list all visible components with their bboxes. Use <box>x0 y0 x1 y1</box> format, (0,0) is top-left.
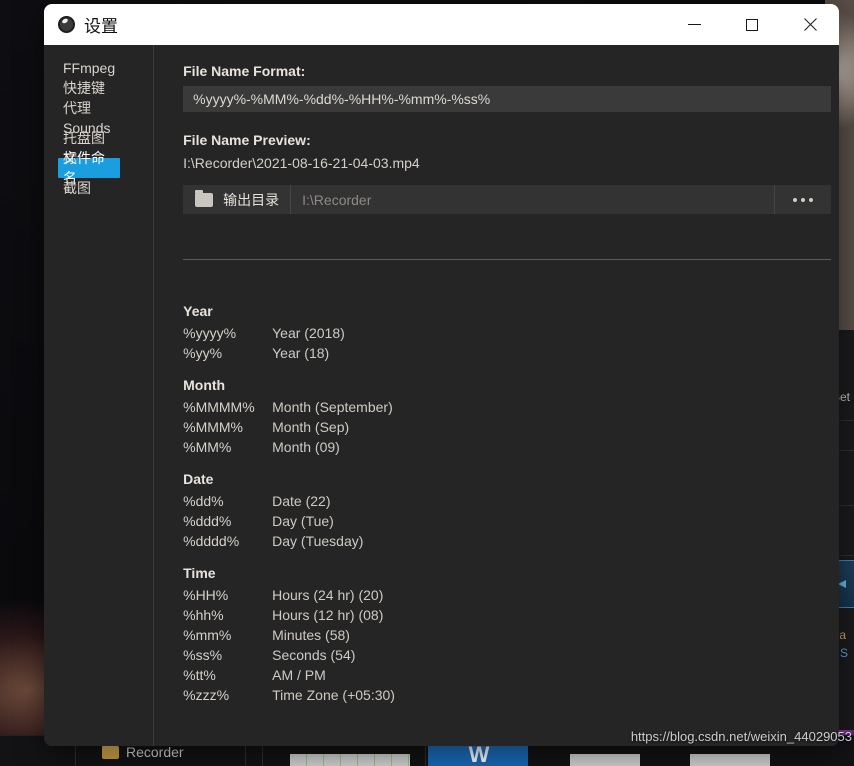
reference-token: %ddd% <box>183 513 232 529</box>
ellipsis-icon <box>801 197 806 202</box>
reference-row: %dddd% Day (Tuesday) <box>183 531 831 551</box>
taskbar-thumbnail-blank-2[interactable] <box>690 754 770 766</box>
sidebar-item-ffmpeg[interactable]: FFmpeg <box>58 58 120 78</box>
minimize-button[interactable] <box>665 4 723 45</box>
reference-description: Day (Tuesday) <box>272 533 364 549</box>
reference-token: %dddd% <box>183 533 240 549</box>
reference-group-title: Date <box>183 471 214 487</box>
reference-row: %HH% Hours (24 hr) (20) <box>183 585 831 605</box>
taskbar-thumbnail-document[interactable] <box>290 754 410 766</box>
window-controls <box>665 4 839 45</box>
browse-directory-button[interactable] <box>774 185 831 214</box>
watermark-url: https://blog.csdn.net/weixin_44029053 <box>630 729 852 744</box>
reference-description: Month (09) <box>272 439 340 455</box>
reference-token: %ss% <box>183 647 223 663</box>
reference-token: %dd% <box>183 493 224 509</box>
dialog-body: FFmpeg 快捷键 代理 Sounds 托盘图标 文件命名 截图 File N… <box>44 45 839 746</box>
reference-group-year: Year %yyyy% Year (2018) %yy% Year (18) <box>183 303 831 363</box>
folder-icon <box>195 189 214 207</box>
reference-group-title: Time <box>183 565 216 581</box>
output-directory-row[interactable]: 输出目录 I:\Recorder <box>183 185 832 214</box>
reference-description: Year (2018) <box>272 325 345 341</box>
reference-token: %mm% <box>183 627 232 643</box>
minimize-icon <box>687 24 701 25</box>
reference-description: Month (September) <box>272 399 393 415</box>
settings-sidebar: FFmpeg 快捷键 代理 Sounds 托盘图标 文件命名 截图 <box>44 45 128 746</box>
reference-token: %HH% <box>183 587 229 603</box>
file-name-preview-label: File Name Preview: <box>183 132 311 148</box>
sidebar-item-file-naming[interactable]: 文件命名 <box>58 151 121 187</box>
title-bar[interactable]: 设置 <box>44 4 839 45</box>
output-directory-label: 输出目录 <box>223 192 280 209</box>
reference-description: Time Zone (+05:30) <box>272 687 395 703</box>
reference-description: Year (18) <box>272 345 330 361</box>
taskbar-thumbnail-blank[interactable] <box>570 754 640 766</box>
record-circle-icon <box>58 16 75 33</box>
reference-description: Hours (12 hr) (08) <box>272 607 384 623</box>
reference-token: %tt% <box>183 667 216 683</box>
reference-row: %zzz% Time Zone (+05:30) <box>183 685 831 705</box>
reference-token: %MMMM% <box>183 399 255 415</box>
reference-description: Minutes (58) <box>272 627 350 643</box>
reference-row: %ddd% Day (Tue) <box>183 511 831 531</box>
file-name-preview-value: I:\Recorder\2021-08-16-21-04-03.mp4 <box>183 155 420 171</box>
reference-token: %hh% <box>183 607 224 623</box>
reference-row: %ss% Seconds (54) <box>183 645 831 665</box>
reference-row: %dd% Date (22) <box>183 491 831 511</box>
reference-row: %MMM% Month (Sep) <box>183 417 831 437</box>
folder-icon <box>102 742 119 759</box>
reference-row: %yyyy% Year (2018) <box>183 323 831 343</box>
taskbar-folder-item[interactable]: Recorder <box>102 742 184 760</box>
maximize-button[interactable] <box>723 4 781 45</box>
reference-token: %zzz% <box>183 687 230 703</box>
format-reference-list: Year %yyyy% Year (2018) %yy% Year (18) M… <box>183 303 831 705</box>
sidebar-separator <box>153 45 154 746</box>
reference-description: Hours (24 hr) (20) <box>272 587 384 603</box>
reference-token: %yy% <box>183 345 223 361</box>
reference-group-time: Time %HH% Hours (24 hr) (20) %hh% Hours … <box>183 565 831 705</box>
screen: Set pla S Recorder https://blog.csdn.net… <box>0 0 854 766</box>
sidebar-item-proxy[interactable]: 代理 <box>58 98 120 118</box>
reference-token: %MMM% <box>183 419 244 435</box>
reference-row: %MM% Month (09) <box>183 437 831 457</box>
taskbar-folder-label: Recorder <box>126 744 184 760</box>
reference-description: Day (Tue) <box>272 513 334 529</box>
reference-group-month: Month %MMMM% Month (September) %MMM% Mon… <box>183 377 831 457</box>
maximize-icon <box>746 18 758 31</box>
reference-token: %yyyy% <box>183 325 237 341</box>
settings-main-panel: File Name Format: %yyyy%-%MM%-%dd%-%HH%-… <box>127 45 839 746</box>
reference-description: AM / PM <box>272 667 326 683</box>
output-directory-value[interactable]: I:\Recorder <box>302 192 774 208</box>
divider <box>290 185 292 214</box>
reference-row: %tt% AM / PM <box>183 665 831 685</box>
section-divider <box>183 259 832 260</box>
ellipsis-icon <box>793 197 798 202</box>
reference-description: Date (22) <box>272 493 331 509</box>
ellipsis-icon <box>809 197 814 202</box>
settings-dialog: 设置 FFmpeg 快捷键 代理 Sounds 托盘图标 文件命 <box>44 4 839 746</box>
reference-row: %mm% Minutes (58) <box>183 625 831 645</box>
reference-row: %yy% Year (18) <box>183 343 831 363</box>
reference-group-title: Year <box>183 303 213 319</box>
reference-group-date: Date %dd% Date (22) %ddd% Day (Tue) %ddd… <box>183 471 831 551</box>
file-name-format-label: File Name Format: <box>183 63 306 79</box>
close-icon <box>803 17 818 32</box>
window-title: 设置 <box>84 17 118 37</box>
reference-description: Month (Sep) <box>272 419 350 435</box>
close-button[interactable] <box>781 4 839 45</box>
reference-group-title: Month <box>183 377 226 393</box>
reference-row: %hh% Hours (12 hr) (08) <box>183 605 831 625</box>
reference-description: Seconds (54) <box>272 647 356 663</box>
reference-token: %MM% <box>183 439 232 455</box>
file-name-format-input[interactable]: %yyyy%-%MM%-%dd%-%HH%-%mm%-%ss% <box>183 86 832 112</box>
sidebar-item-hotkeys[interactable]: 快捷键 <box>58 78 120 98</box>
background-app-text-s: S <box>840 646 849 660</box>
reference-row: %MMMM% Month (September) <box>183 397 831 417</box>
